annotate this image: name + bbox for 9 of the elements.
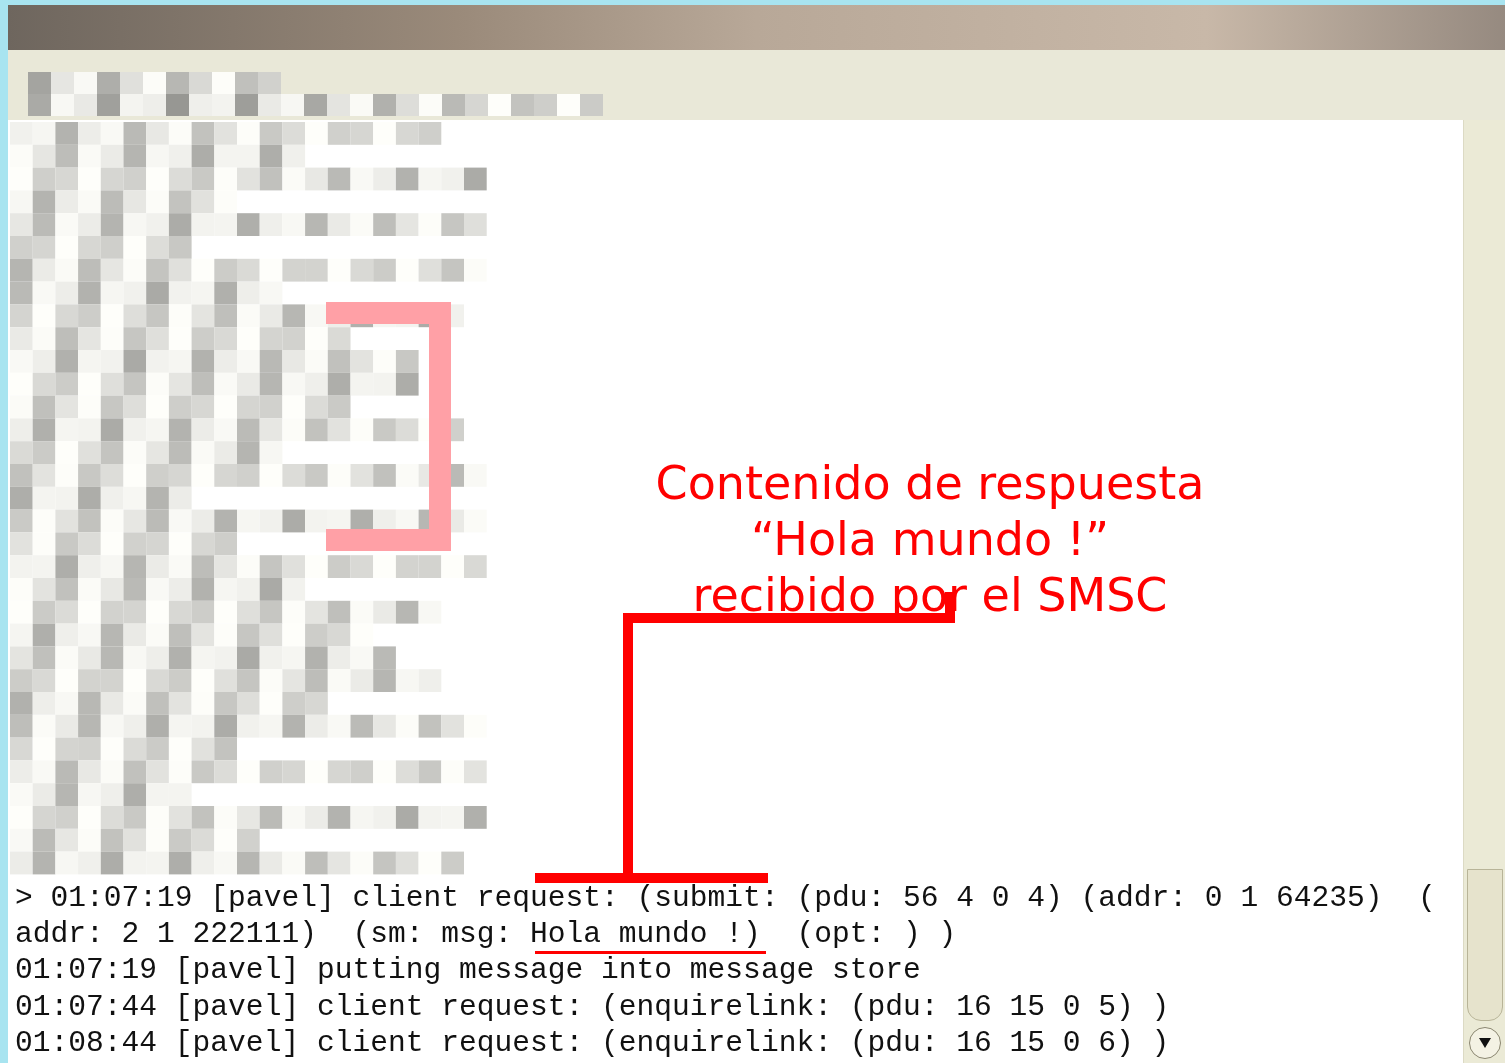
scroll-down-button[interactable] bbox=[1468, 1027, 1501, 1059]
log-line: 01:08:44 [pavel] client request: (enquirelink: (pdu: 16 15 0 6) ) bbox=[15, 1026, 1170, 1059]
scrollbar-thumb[interactable] bbox=[1466, 869, 1503, 1021]
log-line: addr: 2 1 222111) (sm: msg: Hola mundo !) (opt: ) ) bbox=[15, 918, 957, 951]
log-line: 01:07:44 [pavel] client request: (enquirelink: (pdu: 16 15 0 5) ) bbox=[15, 990, 1170, 1023]
down-triangle-icon bbox=[1477, 1037, 1492, 1049]
scrollbar[interactable] bbox=[1463, 120, 1505, 1063]
log-line: > 01:07:19 [pavel] client request: (submit: (pdu: 56 4 0 4) (addr: 0 1 64235) ( bbox=[15, 882, 1436, 914]
log-line: 01:07:19 [pavel] putting message into message store bbox=[15, 954, 921, 987]
